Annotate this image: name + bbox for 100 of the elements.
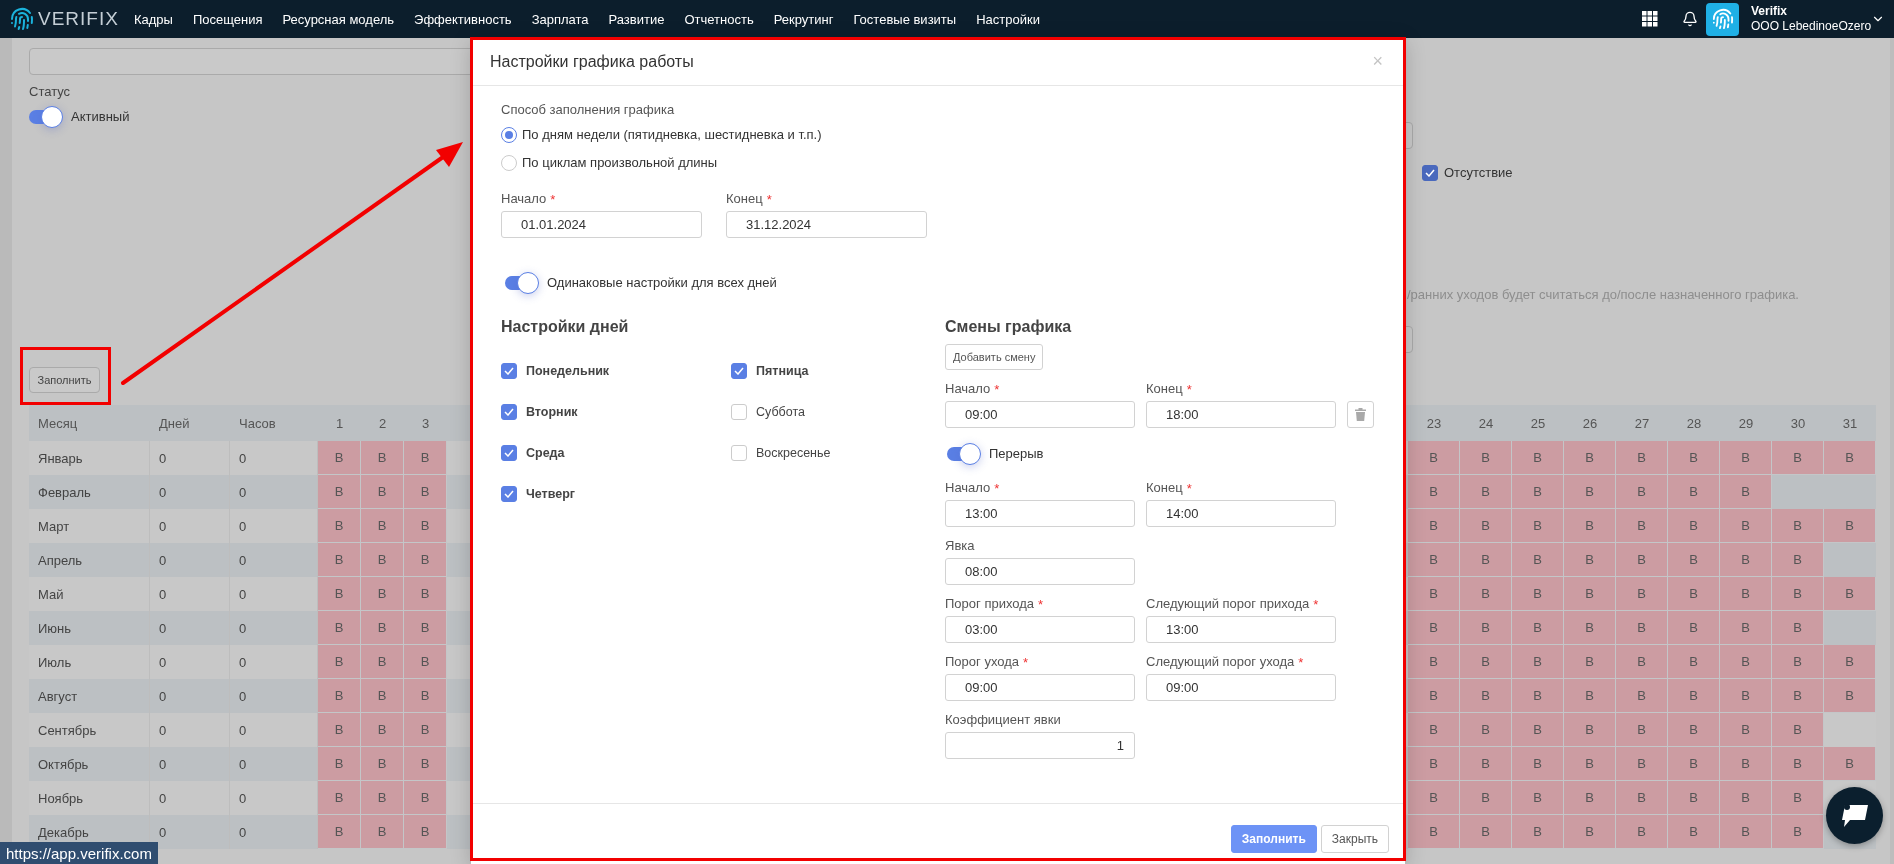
- avatar[interactable]: [1706, 2, 1739, 36]
- day-cell[interactable]: В: [404, 577, 447, 611]
- nav-item[interactable]: Рекрутинг: [763, 11, 844, 27]
- day-cell[interactable]: В: [1408, 815, 1460, 849]
- day-cell[interactable]: В: [318, 679, 361, 713]
- day-cell[interactable]: В: [1720, 509, 1772, 543]
- day-cell[interactable]: В: [1720, 781, 1772, 815]
- toggle-switch[interactable]: [505, 272, 539, 294]
- input-field[interactable]: 09:00: [1146, 674, 1336, 701]
- day-cell[interactable]: В: [1668, 679, 1720, 713]
- day-cell[interactable]: В: [1772, 645, 1824, 679]
- input-field[interactable]: 1: [945, 732, 1135, 759]
- day-cell[interactable]: В: [1408, 611, 1460, 645]
- bell-icon[interactable]: [1682, 11, 1698, 27]
- day-cell[interactable]: В: [1564, 645, 1616, 679]
- day-cell[interactable]: В: [1512, 577, 1564, 611]
- day-cell[interactable]: В: [361, 781, 404, 815]
- close-button[interactable]: ×: [1368, 51, 1387, 72]
- day-cell[interactable]: В: [404, 543, 447, 577]
- day-cell[interactable]: В: [1460, 509, 1512, 543]
- checkbox[interactable]: [501, 445, 517, 461]
- day-cell[interactable]: В: [1720, 475, 1772, 509]
- checkbox[interactable]: [1422, 165, 1438, 181]
- day-cell[interactable]: В: [1772, 509, 1824, 543]
- day-cell[interactable]: В: [1460, 543, 1512, 577]
- day-cell[interactable]: В: [1772, 611, 1824, 645]
- day-cell[interactable]: В: [318, 815, 361, 849]
- fill-button[interactable]: Заполнить: [1230, 825, 1317, 853]
- toggle-switch[interactable]: [29, 106, 63, 128]
- day-cell[interactable]: В: [318, 441, 361, 475]
- day-cell[interactable]: В: [1408, 509, 1460, 543]
- day-cell[interactable]: В: [1616, 441, 1668, 475]
- day-cell[interactable]: В: [318, 645, 361, 679]
- day-cell[interactable]: В: [1824, 509, 1876, 543]
- nav-item[interactable]: Зарплата: [521, 11, 599, 27]
- day-cell[interactable]: В: [1460, 577, 1512, 611]
- day-cell[interactable]: В: [1616, 815, 1668, 849]
- day-cell[interactable]: В: [1616, 781, 1668, 815]
- day-cell[interactable]: В: [1408, 713, 1460, 747]
- day-cell[interactable]: В: [1460, 645, 1512, 679]
- input-field[interactable]: 13:00: [945, 500, 1135, 527]
- day-cell[interactable]: В: [404, 713, 447, 747]
- day-cell[interactable]: В: [1512, 475, 1564, 509]
- day-cell[interactable]: В: [404, 679, 447, 713]
- day-cell[interactable]: В: [1616, 475, 1668, 509]
- day-cell[interactable]: В: [1460, 713, 1512, 747]
- day-cell[interactable]: В: [1616, 747, 1668, 781]
- day-cell[interactable]: В: [1668, 509, 1720, 543]
- nav-item[interactable]: Ресурсная модель: [272, 11, 405, 27]
- day-cell[interactable]: В: [361, 509, 404, 543]
- day-cell[interactable]: В: [1668, 747, 1720, 781]
- nav-item[interactable]: Гостевые визиты: [843, 11, 967, 27]
- day-cell[interactable]: В: [1564, 611, 1616, 645]
- day-cell[interactable]: В: [361, 815, 404, 849]
- day-cell[interactable]: В: [1772, 679, 1824, 713]
- day-cell[interactable]: В: [1668, 543, 1720, 577]
- input-field[interactable]: 01.01.2024: [501, 211, 702, 238]
- day-cell[interactable]: В: [1512, 781, 1564, 815]
- day-cell[interactable]: В: [404, 815, 447, 849]
- nav-item[interactable]: Настройки: [966, 11, 1050, 27]
- day-cell[interactable]: В: [1512, 441, 1564, 475]
- day-cell[interactable]: В: [1564, 509, 1616, 543]
- day-cell[interactable]: В: [1616, 577, 1668, 611]
- day-cell[interactable]: В: [1460, 747, 1512, 781]
- fill-button[interactable]: Заполнить: [29, 367, 100, 393]
- day-cell[interactable]: В: [1460, 475, 1512, 509]
- day-cell[interactable]: В: [1616, 509, 1668, 543]
- day-cell[interactable]: В: [1408, 577, 1460, 611]
- day-cell[interactable]: В: [1408, 645, 1460, 679]
- day-cell[interactable]: В: [404, 645, 447, 679]
- day-cell[interactable]: В: [1512, 713, 1564, 747]
- day-cell[interactable]: В: [361, 441, 404, 475]
- day-cell[interactable]: В: [1564, 747, 1616, 781]
- day-cell[interactable]: В: [1564, 441, 1616, 475]
- day-cell[interactable]: В: [361, 543, 404, 577]
- day-cell[interactable]: В: [1616, 645, 1668, 679]
- day-cell[interactable]: В: [1720, 679, 1772, 713]
- day-cell[interactable]: В: [1668, 475, 1720, 509]
- day-cell[interactable]: В: [1772, 543, 1824, 577]
- day-cell[interactable]: В: [1460, 679, 1512, 713]
- checkbox[interactable]: [501, 486, 517, 502]
- day-cell[interactable]: В: [1772, 781, 1824, 815]
- day-cell[interactable]: В: [1408, 781, 1460, 815]
- input-field[interactable]: 18:00: [1146, 401, 1336, 428]
- checkbox[interactable]: [731, 363, 747, 379]
- day-cell[interactable]: В: [361, 679, 404, 713]
- nav-item[interactable]: Развитие: [598, 11, 675, 27]
- day-cell[interactable]: В: [1668, 815, 1720, 849]
- day-cell[interactable]: В: [1512, 815, 1564, 849]
- day-cell[interactable]: В: [1668, 611, 1720, 645]
- day-cell[interactable]: В: [1512, 747, 1564, 781]
- day-cell[interactable]: В: [361, 747, 404, 781]
- day-cell[interactable]: В: [1460, 815, 1512, 849]
- day-cell[interactable]: В: [1720, 611, 1772, 645]
- day-cell[interactable]: В: [1408, 441, 1460, 475]
- day-cell[interactable]: В: [1512, 543, 1564, 577]
- day-cell[interactable]: В: [1772, 747, 1824, 781]
- day-cell[interactable]: В: [404, 475, 447, 509]
- day-cell[interactable]: В: [1408, 747, 1460, 781]
- day-cell[interactable]: В: [1720, 645, 1772, 679]
